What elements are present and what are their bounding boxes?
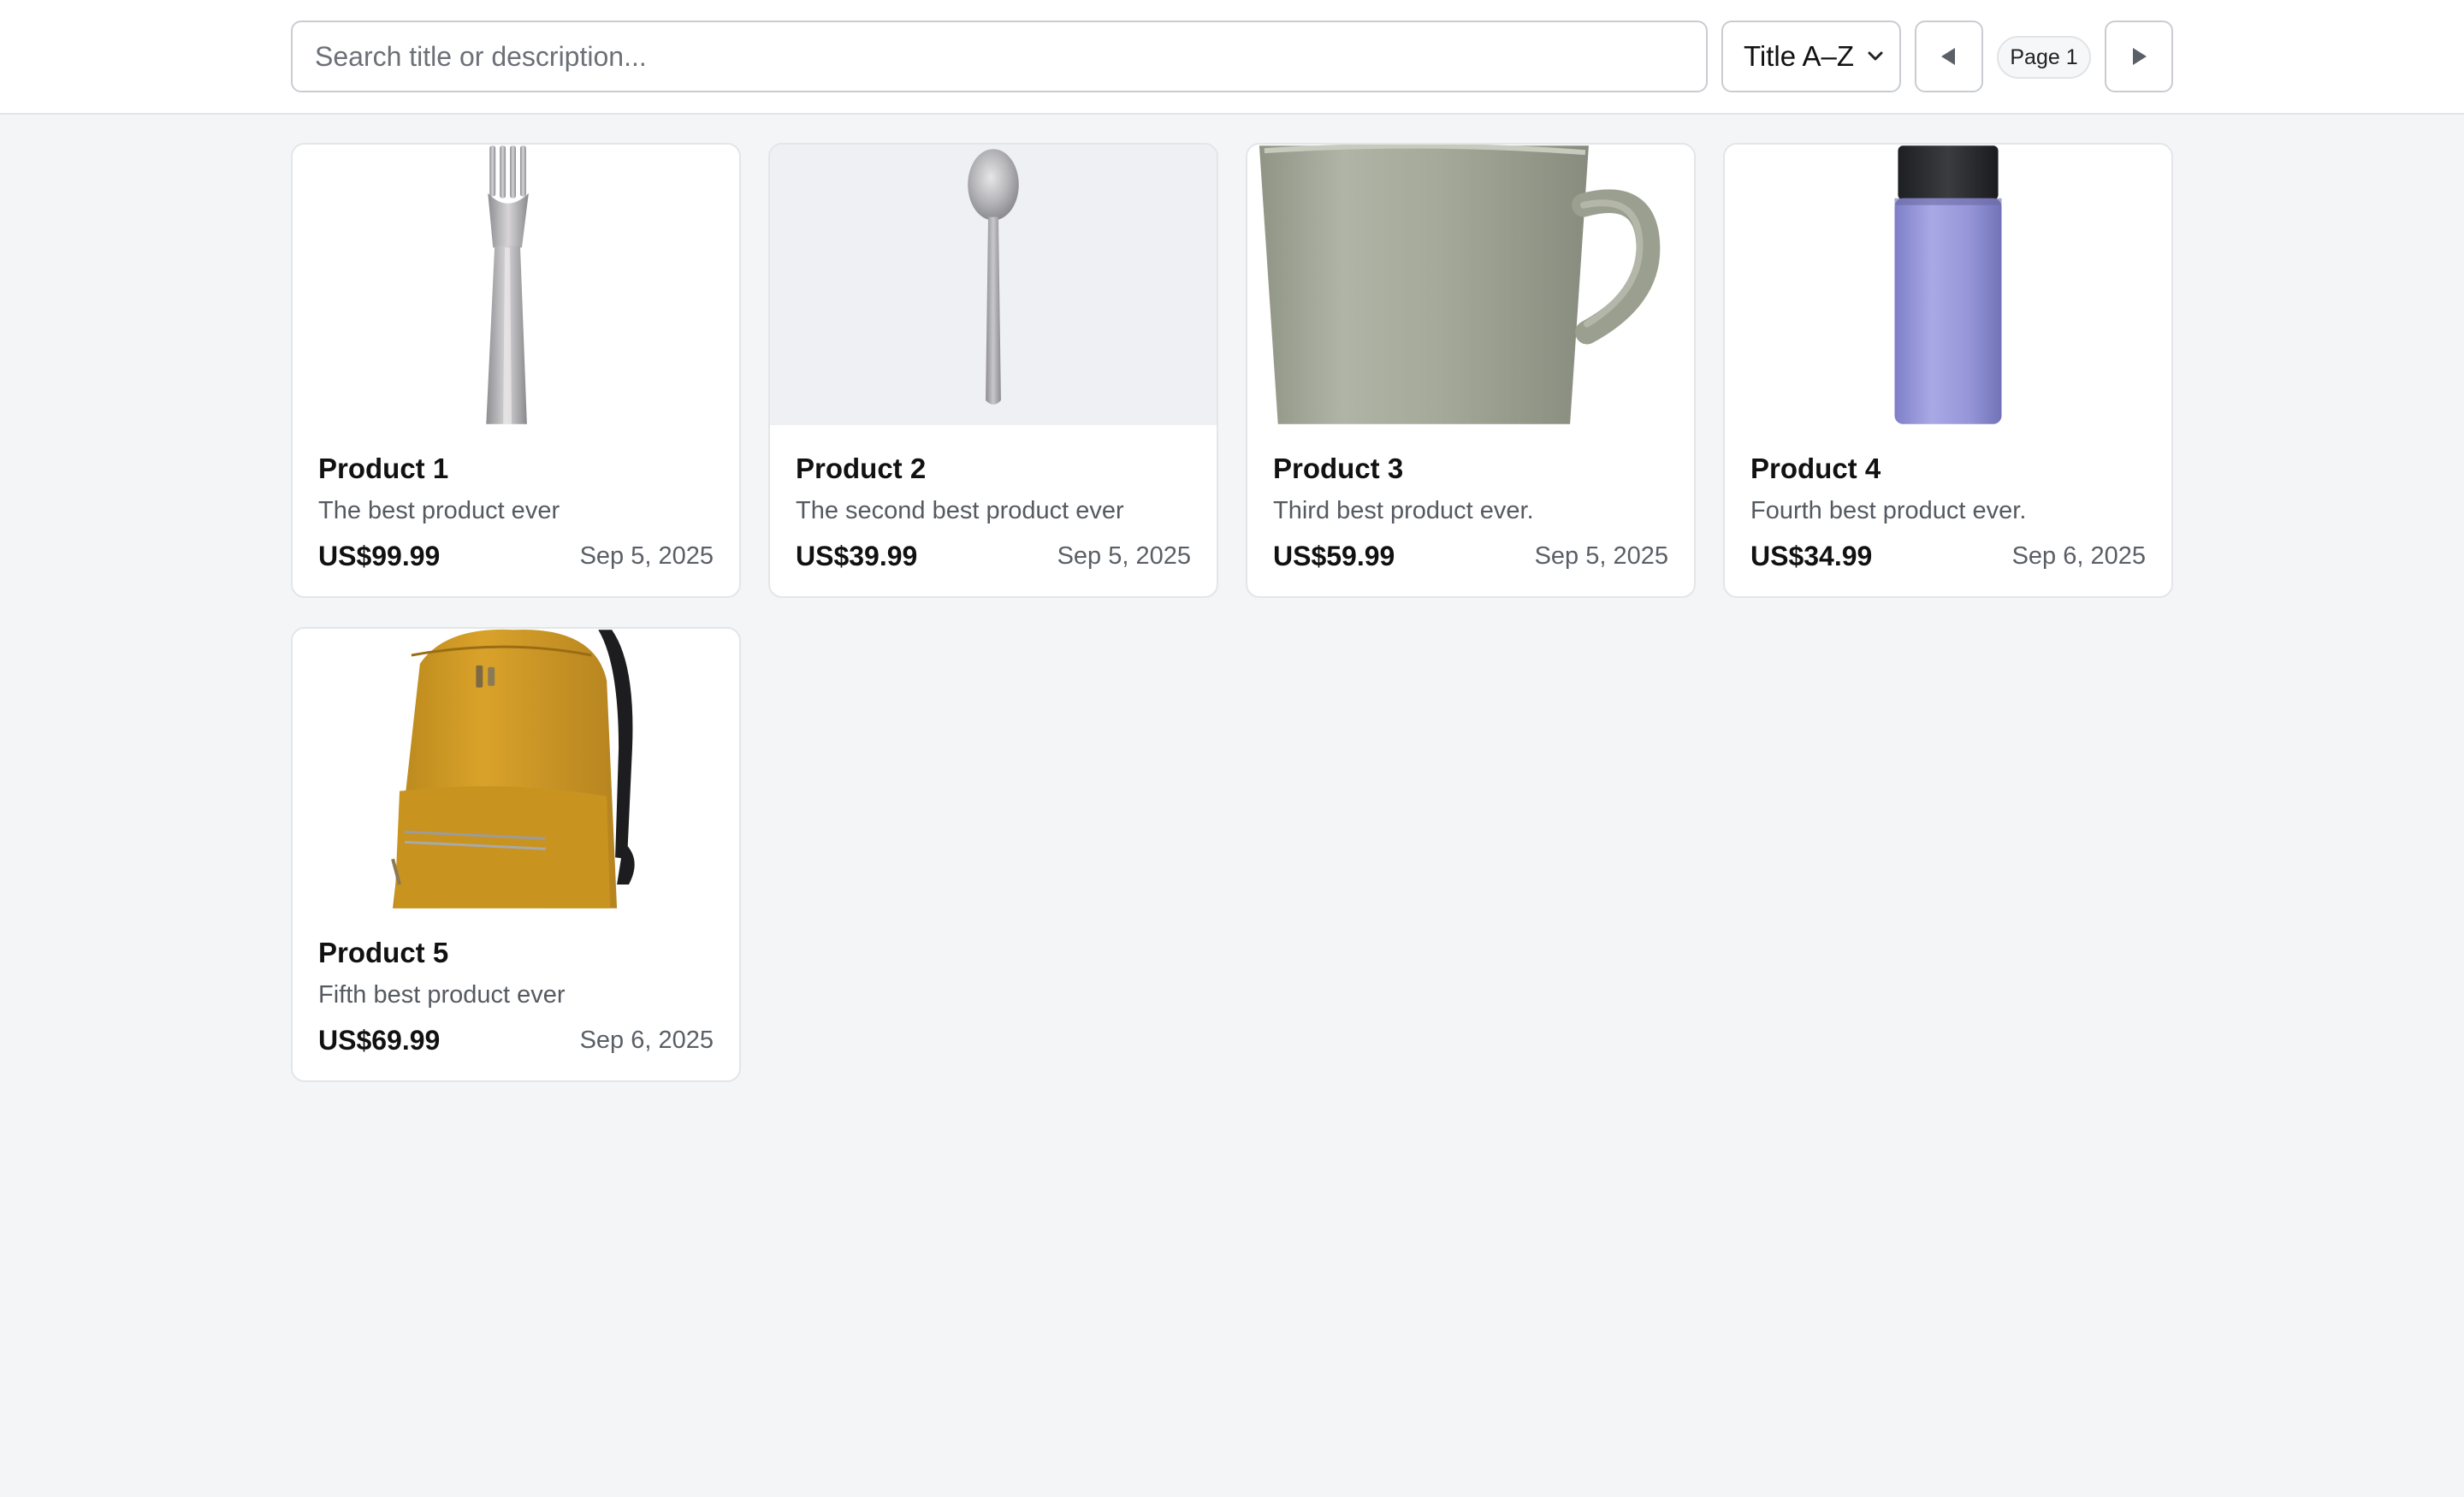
product-title: Product 2 <box>796 453 927 484</box>
product-description: The second best product ever <box>796 497 1124 524</box>
product-image-water-bottle <box>1725 145 2171 425</box>
product-price: US$39.99 <box>796 541 918 571</box>
product-description: The best product ever <box>318 497 560 524</box>
product-card[interactable]: Product 3 Third best product ever. US$59… <box>1246 143 1696 598</box>
product-image-mug <box>1247 145 1694 425</box>
top-toolbar: Title A–Z Page 1 <box>0 0 2464 115</box>
product-image-spoon <box>770 145 1217 425</box>
product-date: Sep 6, 2025 <box>579 1027 714 1054</box>
search-input[interactable] <box>291 21 1708 92</box>
product-title: Product 5 <box>318 937 449 968</box>
product-date: Sep 5, 2025 <box>1534 542 1668 570</box>
product-date: Sep 6, 2025 <box>2011 542 2146 570</box>
triangle-left-icon <box>1941 48 1955 65</box>
product-date: Sep 5, 2025 <box>579 542 714 570</box>
water-bottle-icon <box>1894 145 2002 424</box>
product-card[interactable]: Product 4 Fourth best product ever. US$3… <box>1723 143 2173 598</box>
product-date: Sep 5, 2025 <box>1057 542 1191 570</box>
product-description: Fifth best product ever <box>318 981 566 1009</box>
product-title: Product 3 <box>1273 453 1404 484</box>
backpack-icon <box>391 629 635 908</box>
product-card[interactable]: Product 2 The second best product ever U… <box>768 143 1218 598</box>
product-title: Product 4 <box>1750 453 1881 484</box>
chevron-down-icon <box>1868 51 1883 61</box>
fork-icon <box>486 145 529 424</box>
previous-page-button[interactable] <box>1915 21 1983 92</box>
product-card[interactable]: Product 5 Fifth best product ever US$69.… <box>291 627 741 1082</box>
product-card[interactable]: Product 1 The best product ever US$99.99… <box>291 143 741 598</box>
product-image-fork <box>293 145 739 425</box>
next-page-button[interactable] <box>2105 21 2173 92</box>
product-image-backpack <box>293 629 739 909</box>
product-grid: Product 1 The best product ever US$99.99… <box>291 143 2175 1082</box>
product-price: US$59.99 <box>1273 541 1395 571</box>
triangle-right-icon <box>2133 48 2147 65</box>
spoon-icon <box>968 149 1019 405</box>
product-title: Product 1 <box>318 453 449 484</box>
sort-select-value: Title A–Z <box>1744 40 1854 72</box>
mug-icon <box>1259 145 1661 424</box>
product-price: US$69.99 <box>318 1025 441 1056</box>
product-price: US$99.99 <box>318 541 441 571</box>
product-description: Fourth best product ever. <box>1750 497 2027 524</box>
sort-select[interactable]: Title A–Z <box>1721 21 1901 92</box>
page-indicator: Page 1 <box>1997 36 2091 79</box>
product-description: Third best product ever. <box>1273 497 1534 524</box>
product-price: US$34.99 <box>1750 541 1873 571</box>
